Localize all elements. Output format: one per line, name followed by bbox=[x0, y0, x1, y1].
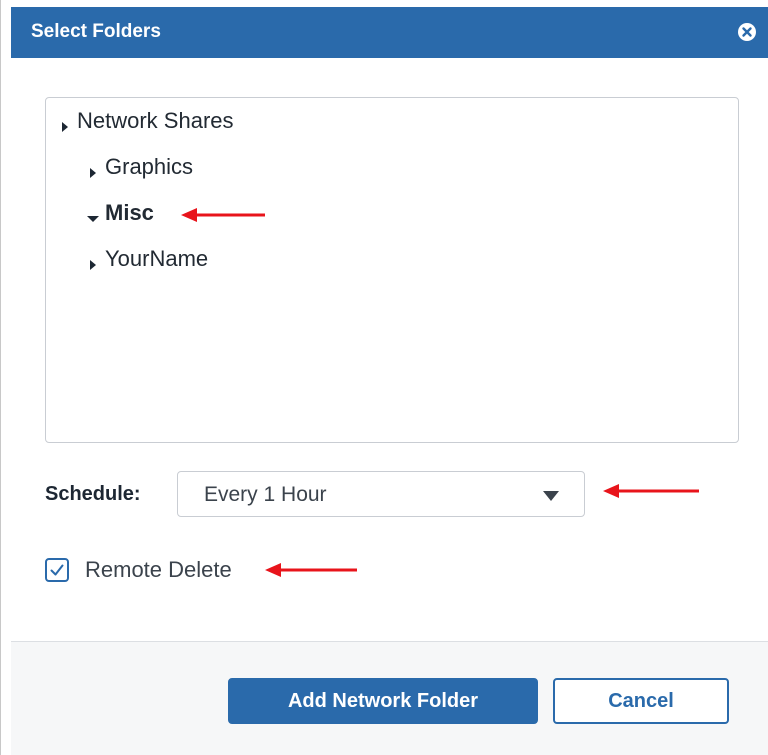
folder-tree: Network Shares Graphics Misc YourName bbox=[45, 97, 739, 443]
cancel-button[interactable]: Cancel bbox=[553, 678, 729, 724]
schedule-selected-value: Every 1 Hour bbox=[204, 483, 327, 506]
caret-right-icon bbox=[86, 252, 100, 270]
schedule-label: Schedule: bbox=[45, 483, 141, 505]
add-network-folder-button[interactable]: Add Network Folder bbox=[228, 678, 538, 724]
chevron-down-icon bbox=[542, 489, 560, 501]
annotation-arrow-schedule bbox=[603, 484, 699, 498]
remote-delete-checkbox[interactable] bbox=[45, 558, 69, 582]
tree-node-label: Misc bbox=[105, 200, 154, 225]
tree-node-label: Graphics bbox=[105, 154, 194, 179]
tree-node-network-shares[interactable]: Network Shares bbox=[58, 108, 234, 134]
schedule-select[interactable]: Every 1 Hour bbox=[177, 471, 585, 517]
caret-right-icon bbox=[58, 114, 72, 132]
checkmark-icon bbox=[50, 564, 64, 576]
tree-node-label: Network Shares bbox=[77, 108, 234, 133]
tree-node-misc[interactable]: Misc bbox=[86, 200, 154, 226]
annotation-arrow-remote-delete bbox=[265, 563, 357, 577]
caret-right-icon bbox=[86, 160, 100, 178]
tree-node-yourname[interactable]: YourName bbox=[86, 246, 208, 272]
annotation-arrow-misc bbox=[181, 208, 265, 222]
close-icon[interactable] bbox=[737, 22, 757, 42]
tree-node-graphics[interactable]: Graphics bbox=[86, 154, 193, 180]
tree-node-label: YourName bbox=[105, 246, 209, 271]
dialog-titlebar: Select Folders bbox=[11, 7, 768, 58]
select-folders-dialog: Select Folders Network Shares Graphics M… bbox=[0, 0, 768, 755]
caret-down-icon bbox=[86, 206, 100, 222]
remote-delete-label[interactable]: Remote Delete bbox=[85, 557, 232, 583]
dialog-title: Select Folders bbox=[31, 21, 161, 42]
